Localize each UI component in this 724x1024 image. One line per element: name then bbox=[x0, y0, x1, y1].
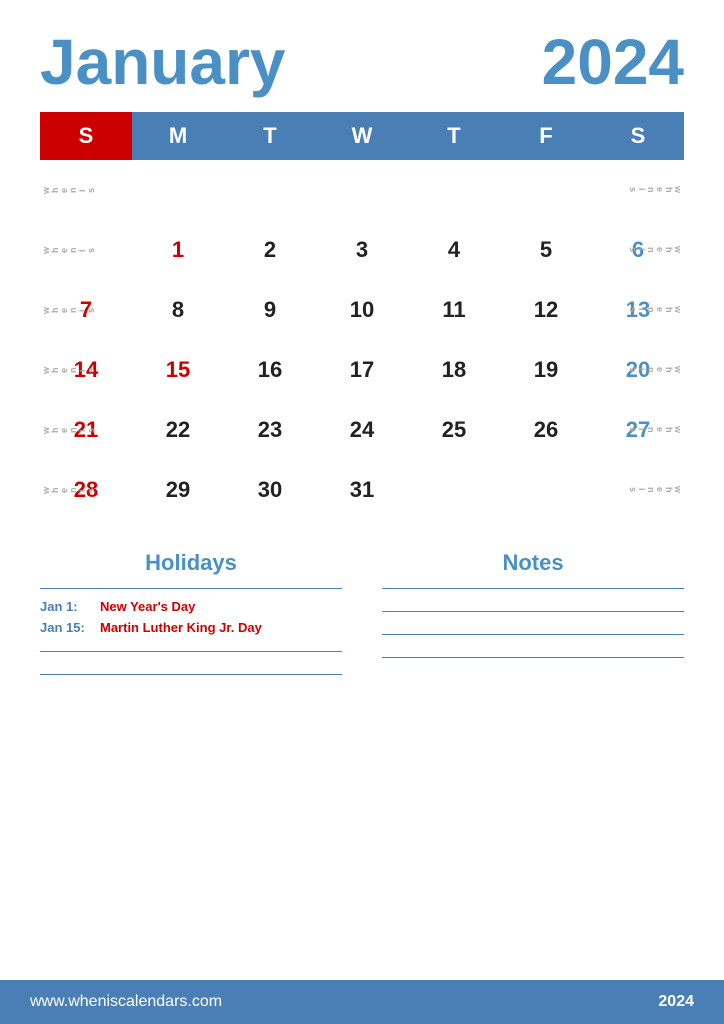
col-monday: M bbox=[132, 112, 224, 160]
week-row: 21 whenis 22 23 24 25 26 27 whenis bbox=[40, 400, 684, 460]
holiday-entry-1: Jan 1: New Year's Day bbox=[40, 599, 342, 614]
day-22: 22 bbox=[132, 400, 224, 460]
day-2: 2 bbox=[224, 220, 316, 280]
day-5: 5 bbox=[500, 220, 592, 280]
holiday-name-2: Martin Luther King Jr. Day bbox=[100, 620, 262, 635]
bottom-section: Holidays Jan 1: New Year's Day Jan 15: M… bbox=[40, 550, 684, 1024]
holiday-line-4 bbox=[40, 674, 342, 675]
month-title: January bbox=[40, 30, 285, 94]
week-row: 14 whenis 15 16 17 18 19 20 whenis bbox=[40, 340, 684, 400]
day-30: 30 bbox=[224, 460, 316, 520]
day-20: 20 whenis bbox=[592, 340, 684, 400]
col-saturday: S bbox=[592, 112, 684, 160]
year-title: 2024 bbox=[542, 30, 684, 94]
note-line-3 bbox=[382, 634, 684, 635]
notes-title: Notes bbox=[382, 550, 684, 576]
day-cell bbox=[224, 160, 316, 220]
col-sunday: S bbox=[40, 112, 132, 160]
day-19: 19 bbox=[500, 340, 592, 400]
day-13: 13 whenis bbox=[592, 280, 684, 340]
day-cell: whenis bbox=[592, 160, 684, 220]
week-row: whenis whenis bbox=[40, 160, 684, 220]
calendar-page: January 2024 S M T W T F S whenis bbox=[0, 0, 724, 1024]
holiday-date-1: Jan 1: bbox=[40, 599, 100, 614]
day-9: 9 bbox=[224, 280, 316, 340]
col-friday: F bbox=[500, 112, 592, 160]
day-cell bbox=[316, 160, 408, 220]
day-cell: whenis bbox=[40, 220, 132, 280]
calendar-body: whenis whenis whenis 1 2 3 4 bbox=[40, 160, 684, 520]
note-line-2 bbox=[382, 611, 684, 612]
day-12: 12 bbox=[500, 280, 592, 340]
week-row: whenis 1 2 3 4 5 6 whenis bbox=[40, 220, 684, 280]
day-3: 3 bbox=[316, 220, 408, 280]
calendar-header-row: S M T W T F S bbox=[40, 112, 684, 160]
day-11: 11 bbox=[408, 280, 500, 340]
note-line-1 bbox=[382, 588, 684, 589]
holiday-line-3 bbox=[40, 651, 342, 652]
day-10: 10 bbox=[316, 280, 408, 340]
week-row: 28 whenis 29 30 31 whenis bbox=[40, 460, 684, 520]
day-31: 31 bbox=[316, 460, 408, 520]
day-7: 7 whenis bbox=[40, 280, 132, 340]
day-14: 14 whenis bbox=[40, 340, 132, 400]
day-8: 8 bbox=[132, 280, 224, 340]
holidays-title: Holidays bbox=[40, 550, 342, 576]
day-1: 1 bbox=[132, 220, 224, 280]
day-15: 15 bbox=[132, 340, 224, 400]
calendar-table: S M T W T F S whenis whenis bbox=[40, 112, 684, 520]
day-26: 26 bbox=[500, 400, 592, 460]
day-empty bbox=[500, 460, 592, 520]
holiday-date-2: Jan 15: bbox=[40, 620, 100, 635]
notes-section: Notes bbox=[362, 550, 684, 964]
holidays-section: Holidays Jan 1: New Year's Day Jan 15: M… bbox=[40, 550, 362, 964]
week-row: 7 whenis 8 9 10 11 12 13 whenis bbox=[40, 280, 684, 340]
day-25: 25 bbox=[408, 400, 500, 460]
note-line-4 bbox=[382, 657, 684, 658]
calendar-header: January 2024 bbox=[40, 30, 684, 94]
footer: www.wheniscalendars.com 2024 bbox=[0, 980, 724, 1024]
holiday-name-1: New Year's Day bbox=[100, 599, 195, 614]
day-29: 29 bbox=[132, 460, 224, 520]
day-17: 17 bbox=[316, 340, 408, 400]
day-23: 23 bbox=[224, 400, 316, 460]
col-thursday: T bbox=[408, 112, 500, 160]
holiday-entry-2: Jan 15: Martin Luther King Jr. Day bbox=[40, 620, 342, 635]
day-empty: whenis bbox=[592, 460, 684, 520]
day-4: 4 bbox=[408, 220, 500, 280]
day-24: 24 bbox=[316, 400, 408, 460]
col-tuesday: T bbox=[224, 112, 316, 160]
day-cell bbox=[132, 160, 224, 220]
footer-url: www.wheniscalendars.com bbox=[30, 993, 222, 1011]
footer-year: 2024 bbox=[658, 993, 694, 1011]
day-cell bbox=[408, 160, 500, 220]
day-21: 21 whenis bbox=[40, 400, 132, 460]
day-empty bbox=[408, 460, 500, 520]
day-18: 18 bbox=[408, 340, 500, 400]
day-6: 6 whenis bbox=[592, 220, 684, 280]
day-27: 27 whenis bbox=[592, 400, 684, 460]
day-16: 16 bbox=[224, 340, 316, 400]
day-cell bbox=[500, 160, 592, 220]
day-cell: whenis bbox=[40, 160, 132, 220]
day-28: 28 whenis bbox=[40, 460, 132, 520]
col-wednesday: W bbox=[316, 112, 408, 160]
holidays-divider bbox=[40, 588, 342, 589]
